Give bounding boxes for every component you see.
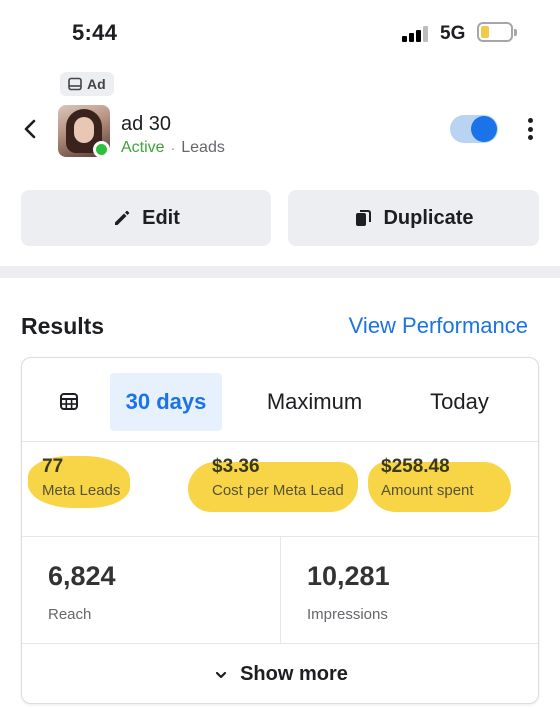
metric-cost-per-lead[interactable]: $3.36 Cost per Meta Lead	[212, 456, 344, 499]
results-title: Results	[21, 313, 105, 339]
metric-label: Meta Leads	[42, 482, 121, 499]
ad-badge: Ad	[60, 72, 114, 96]
results-card: 30 days Maximum Today 77 Meta Leads $3.3…	[21, 357, 539, 704]
ad-name: ad 30	[121, 113, 172, 135]
pencil-icon	[115, 210, 130, 225]
status-bar: 5:44 5G	[0, 0, 560, 66]
duplicate-button-label: Duplicate	[383, 206, 474, 229]
metric-label: Cost per Meta Lead	[212, 482, 344, 499]
metric-value: $258.48	[381, 456, 450, 477]
status-time: 5:44	[72, 20, 118, 45]
chevron-down-icon	[215, 671, 227, 678]
stat-impressions[interactable]: 10,281 Impressions	[281, 537, 538, 644]
metric-value: 77	[42, 456, 64, 477]
metric-label: Amount spent	[381, 482, 474, 499]
tab-30-days[interactable]: 30 days	[110, 373, 222, 431]
chevron-left-icon	[24, 119, 36, 139]
edit-button-label: Edit	[142, 206, 180, 229]
key-metrics: 77 Meta Leads $3.36 Cost per Meta Lead $…	[22, 442, 538, 537]
network-type: 5G	[440, 23, 466, 44]
date-range-tabs: 30 days Maximum Today	[22, 358, 538, 442]
status-separator: ·	[170, 140, 176, 156]
active-status-dot	[93, 141, 110, 158]
more-options-button[interactable]	[524, 116, 536, 142]
ad-objective: Leads	[181, 139, 225, 156]
stat-label: Reach	[48, 606, 92, 623]
calendar-icon[interactable]	[59, 391, 79, 411]
ad-icon	[68, 77, 82, 91]
section-divider	[0, 266, 560, 278]
reach-impressions: 6,824 Reach 10,281 Impressions	[22, 537, 538, 644]
show-more-button[interactable]: Show more	[22, 644, 538, 703]
edit-button[interactable]: Edit	[21, 190, 271, 246]
ad-status: Active	[121, 139, 165, 156]
stat-value: 10,281	[307, 561, 390, 591]
duplicate-button[interactable]: Duplicate	[288, 190, 539, 246]
metric-amount-spent[interactable]: $258.48 Amount spent	[381, 456, 474, 499]
view-performance-link[interactable]: View Performance	[349, 313, 528, 339]
show-more-label: Show more	[240, 663, 348, 685]
ad-toggle-switch[interactable]	[450, 115, 498, 143]
ad-badge-label: Ad	[87, 76, 106, 92]
tab-maximum[interactable]: Maximum	[247, 373, 382, 431]
battery-icon	[477, 22, 517, 42]
stat-label: Impressions	[307, 606, 388, 623]
copy-icon	[356, 210, 372, 226]
signal-icon	[402, 26, 430, 42]
back-button[interactable]	[20, 116, 40, 142]
ad-status-line: Active · Leads	[121, 139, 225, 157]
metric-meta-leads[interactable]: 77 Meta Leads	[42, 456, 120, 499]
metric-value: $3.36	[212, 456, 260, 477]
stat-value: 6,824	[48, 561, 116, 591]
stat-reach[interactable]: 6,824 Reach	[22, 537, 281, 644]
tab-today[interactable]: Today	[407, 373, 512, 431]
